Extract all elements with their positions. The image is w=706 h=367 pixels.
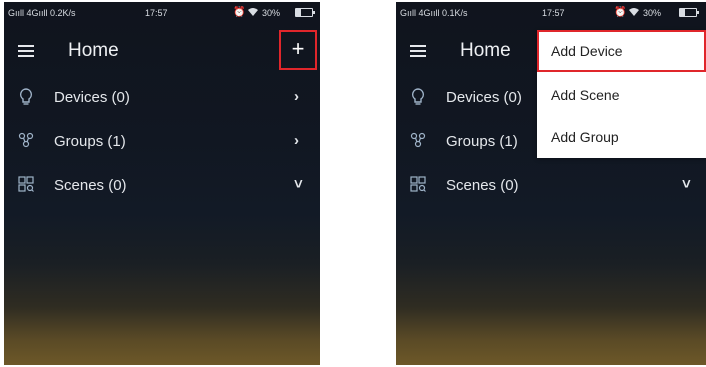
- signal-indicator: Gııll 4Gııll 0.2K/s: [8, 8, 76, 18]
- devices-label: Devices (0): [54, 89, 130, 106]
- chevron-down-icon: ˅: [682, 176, 691, 193]
- groups-label: Groups (1): [54, 133, 126, 150]
- status-bar: Gııll 4Gııll 0.1K/s 17:57 ⏰ 30%: [396, 2, 706, 22]
- groups-icon: [410, 132, 426, 150]
- battery-icon: [295, 8, 315, 17]
- clock: 17:57: [145, 8, 168, 18]
- groups-label: Groups (1): [446, 133, 518, 150]
- wifi-icon: [248, 7, 258, 19]
- groups-icon: [18, 132, 34, 150]
- chevron-down-icon: ˅: [294, 176, 303, 193]
- lightbulb-icon: [410, 88, 426, 106]
- hamburger-menu-icon[interactable]: [18, 45, 34, 57]
- add-button[interactable]: +: [279, 30, 317, 70]
- scenes-row[interactable]: Scenes (0) ˅: [4, 166, 320, 206]
- hamburger-menu-icon[interactable]: [410, 45, 426, 57]
- battery-percent: 30%: [262, 8, 281, 18]
- alarm-icon: ⏰: [233, 7, 246, 18]
- add-group-menu-item[interactable]: Add Group: [537, 116, 706, 158]
- lightbulb-icon: [18, 88, 34, 106]
- devices-row[interactable]: Devices (0) ›: [4, 78, 320, 118]
- clock: 17:57: [542, 8, 565, 18]
- add-device-menu-item[interactable]: Add Device: [537, 30, 706, 72]
- alarm-icon: ⏰: [614, 7, 627, 18]
- page-title: Home: [460, 40, 511, 61]
- scenes-icon: [18, 176, 34, 194]
- phone-screen-left: Gııll 4Gııll 0.2K/s 17:57 ⏰ 30% Home + D…: [4, 2, 320, 365]
- add-scene-menu-item[interactable]: Add Scene: [537, 74, 706, 116]
- groups-row[interactable]: Groups (1) ›: [4, 122, 320, 162]
- page-title: Home: [68, 40, 119, 61]
- battery-percent: 30%: [643, 8, 662, 18]
- chevron-right-icon: ›: [294, 88, 299, 105]
- scenes-label: Scenes (0): [446, 177, 519, 194]
- wifi-icon: [629, 7, 639, 19]
- signal-indicator: Gııll 4Gııll 0.1K/s: [400, 8, 468, 18]
- battery-icon: [679, 8, 699, 17]
- status-bar: Gııll 4Gııll 0.2K/s 17:57 ⏰ 30%: [4, 2, 320, 22]
- screenshot-canvas: Gııll 4Gııll 0.2K/s 17:57 ⏰ 30% Home + D…: [0, 0, 706, 367]
- devices-label: Devices (0): [446, 89, 522, 106]
- phone-screen-right: Gııll 4Gııll 0.1K/s 17:57 ⏰ 30% Home Dev…: [396, 2, 706, 365]
- chevron-right-icon: ›: [294, 132, 299, 149]
- add-dropdown-menu: Add Device Add Scene Add Group: [537, 30, 706, 158]
- scenes-label: Scenes (0): [54, 177, 127, 194]
- scenes-icon: [410, 176, 426, 194]
- scenes-row[interactable]: Scenes (0) ˅: [396, 166, 706, 206]
- app-bar: Home +: [4, 30, 320, 74]
